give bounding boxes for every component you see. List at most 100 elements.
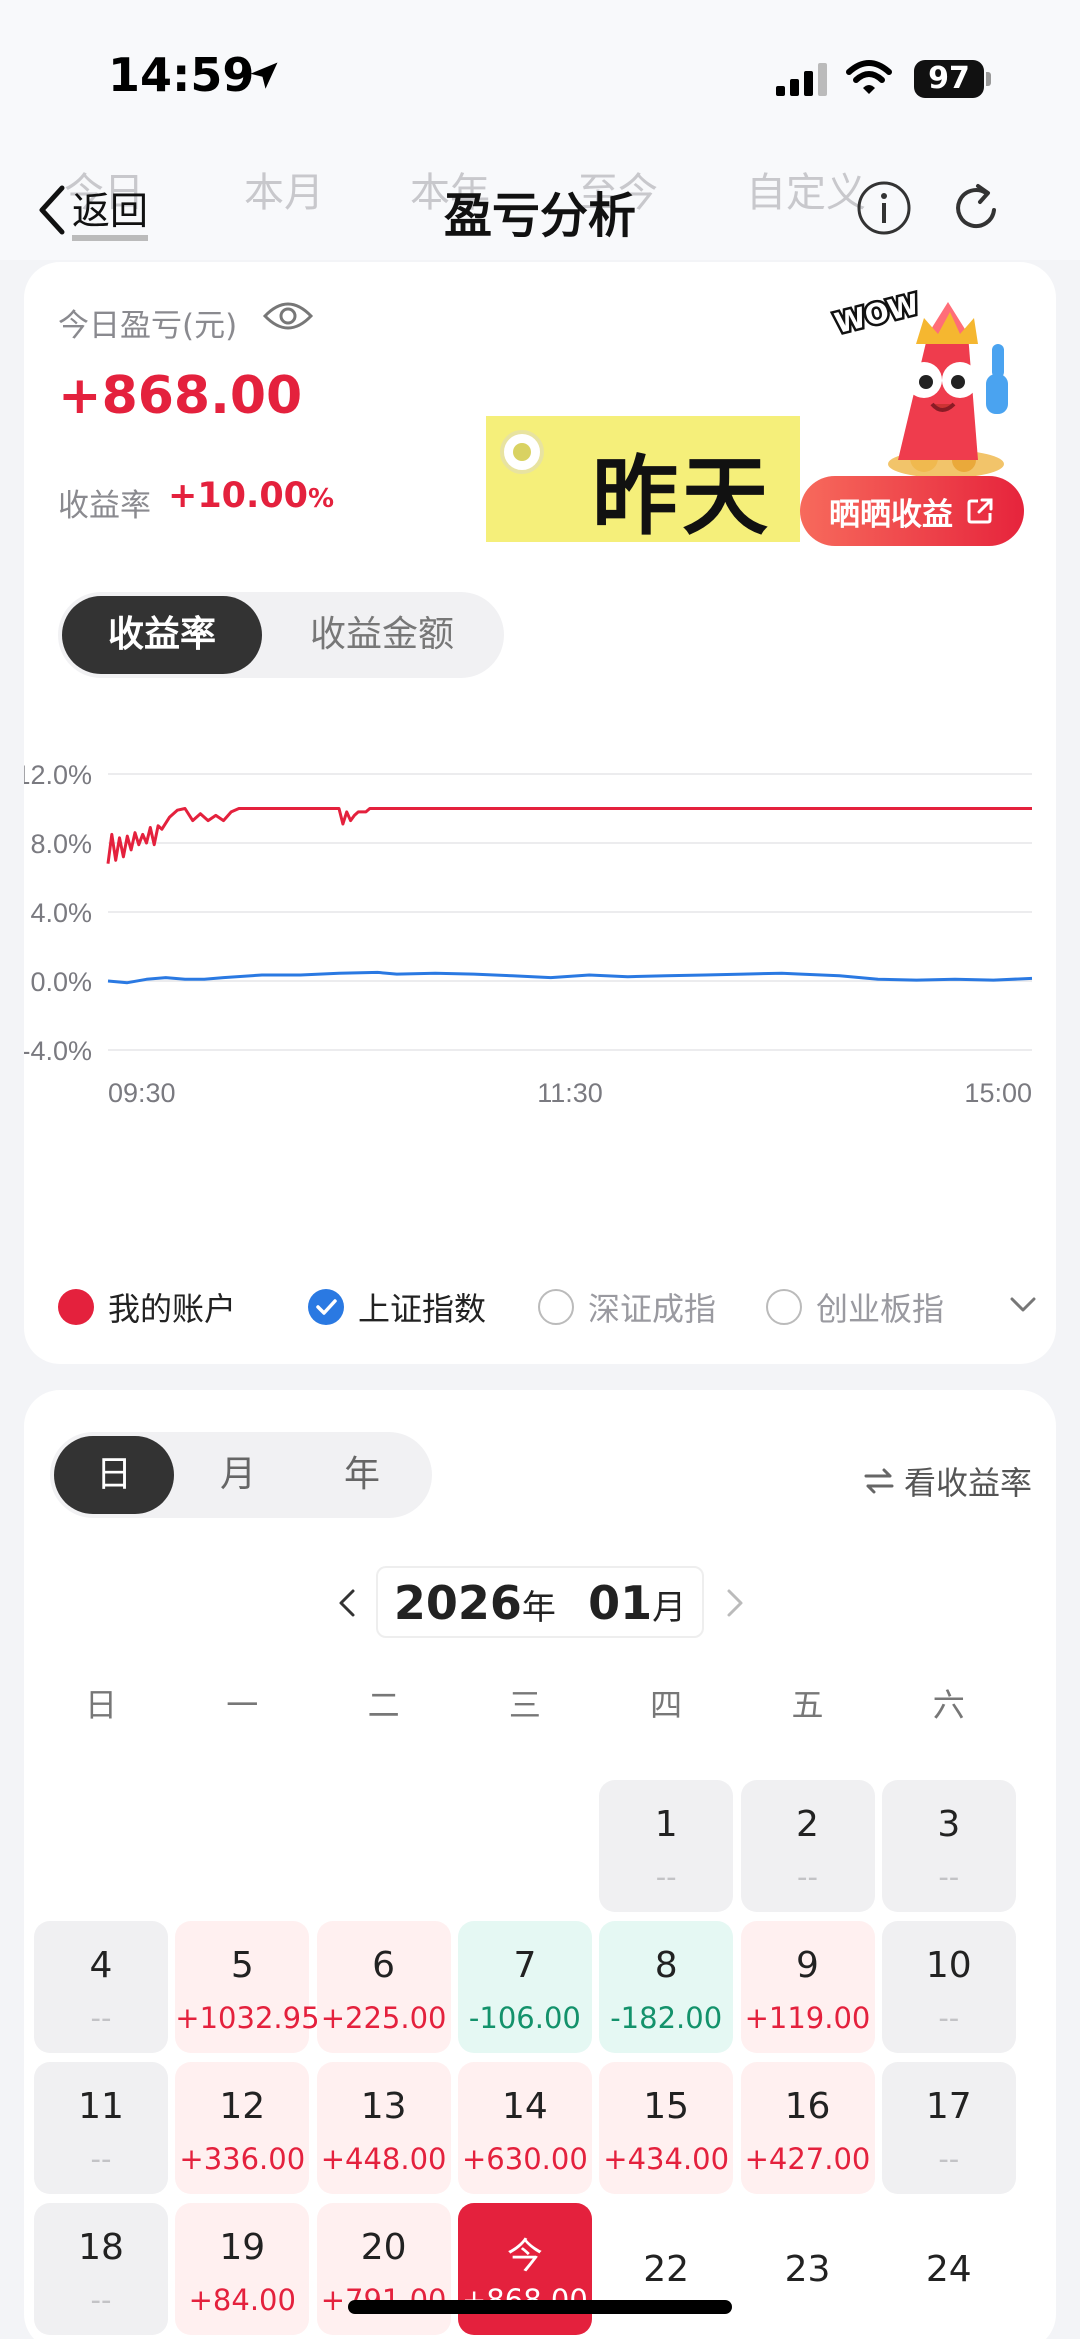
month-value: 01 [588, 1576, 653, 1630]
calendar-day[interactable]: 2 -- [740, 1780, 875, 1912]
info-icon[interactable] [856, 180, 912, 236]
day-pl-amount: +448.00 [320, 2142, 447, 2176]
day-number: 6 [372, 1945, 396, 1986]
calendar-day[interactable]: 4 -- [34, 1921, 168, 2053]
y-tick-label: 8.0% [30, 829, 92, 859]
calendar-day[interactable]: 7 -106.00 [457, 1921, 592, 2053]
tab-day[interactable]: 日 [54, 1436, 174, 1514]
legend-shanghai-index[interactable]: 上证指数 [308, 1282, 486, 1332]
y-tick-label: -4.0% [24, 1036, 92, 1066]
location-arrow-icon [250, 62, 278, 89]
refresh-icon[interactable] [948, 180, 1004, 236]
calendar-day[interactable]: 16 +427.00 [740, 2062, 875, 2194]
day-pl-amount: -182.00 [610, 2001, 723, 2035]
weekday-label: 五 [791, 1686, 824, 1724]
chevron-down-icon[interactable] [1008, 1294, 1038, 1316]
day-number: 13 [360, 2086, 407, 2127]
day-pl-amount: +225.00 [320, 2001, 447, 2035]
tab-year[interactable]: 年 [302, 1436, 422, 1514]
legend-shenzhen-index[interactable]: 深证成指 [538, 1282, 716, 1332]
chart-legend: 我的账户 上证指数 深证成指 创业板指 [58, 1282, 1048, 1332]
calendar-day[interactable]: 13 +448.00 [316, 2062, 451, 2194]
day-number: 16 [784, 2086, 831, 2127]
day-number: 14 [501, 2086, 548, 2127]
calendar-day-today[interactable]: 今+868.00 [457, 2203, 592, 2335]
day-pl-amount: -- [797, 1860, 818, 1894]
calendar-day[interactable]: 6 +225.00 [316, 1921, 451, 2053]
overlay-text: 昨天 [592, 447, 772, 547]
view-return-rate-button[interactable]: 看收益率 [862, 1458, 1032, 1504]
day-pl-amount: -- [938, 2001, 960, 2035]
calendar-day[interactable]: 15 +434.00 [599, 2062, 734, 2194]
day-number: 18 [78, 2227, 124, 2268]
calendar-day[interactable]: 12 +336.00 [175, 2062, 310, 2194]
day-number: 17 [925, 2086, 972, 2127]
rate-unit: % [308, 484, 335, 514]
weekday-label: 三 [508, 1686, 541, 1724]
calendar-day[interactable]: 17 -- [881, 2062, 1016, 2194]
day-number: 3 [937, 1804, 961, 1845]
wifi-icon [846, 60, 892, 94]
legend-label: 上证指数 [358, 1290, 487, 1328]
day-pl-amount: -106.00 [468, 2001, 581, 2035]
calendar-day[interactable]: 10 -- [881, 1921, 1016, 2053]
day-pl-amount: -- [938, 1860, 960, 1894]
calendar-day[interactable]: 1 -- [599, 1780, 734, 1912]
calendar-day[interactable]: 14 +630.00 [457, 2062, 592, 2194]
day-pl-amount: -- [938, 2142, 960, 2176]
day-pl-amount: -- [90, 2001, 112, 2035]
y-tick-label: 12.0% [24, 760, 92, 790]
overlay-dot-icon [500, 430, 544, 474]
tab-return-rate[interactable]: 收益率 [62, 596, 262, 674]
weekday-label: 六 [932, 1686, 965, 1724]
rate-label: 收益率 [58, 488, 151, 524]
nav-bar: 今日 本月 本年 至今 自定义 返回 盈亏分析 [0, 140, 1080, 260]
legend-dot-icon [58, 1289, 94, 1325]
day-number: 10 [925, 1945, 972, 1986]
y-tick-label: 4.0% [30, 898, 92, 928]
calendar-day[interactable]: 22 [599, 2203, 733, 2335]
legend-my-account[interactable]: 我的账户 [58, 1282, 236, 1332]
share-earnings-button[interactable]: 晒晒收益 [800, 476, 1024, 546]
battery-indicator: 97 [914, 60, 984, 98]
weekday-label: 二 [367, 1686, 400, 1724]
day-number: 23 [784, 2249, 831, 2290]
day-pl-amount: -- [90, 2142, 112, 2176]
chevron-left-icon[interactable] [336, 1588, 358, 1618]
calendar-day[interactable]: 5 +1032.95 [175, 1921, 320, 2053]
mascot-illustration: WOW [829, 285, 1008, 478]
legend-label: 创业板指 [816, 1290, 945, 1328]
day-number: 今 [506, 2236, 543, 2277]
calendar-day[interactable]: 8 -182.00 [599, 1921, 734, 2053]
calendar-day[interactable]: 19 +84.00 [175, 2203, 310, 2335]
rate-value: +10.00% [168, 476, 334, 516]
series-line-account [106, 807, 1032, 864]
day-number: 20 [360, 2227, 407, 2268]
checkmark-icon [308, 1289, 344, 1325]
calendar-day[interactable]: 3 -- [881, 1780, 1016, 1912]
calendar-day[interactable]: 23 [741, 2203, 875, 2335]
legend-chinext-index[interactable]: 创业板指 [766, 1282, 944, 1332]
eye-icon[interactable] [262, 298, 314, 334]
calendar-day[interactable]: 18 -- [34, 2203, 168, 2335]
legend-label: 深证成指 [588, 1290, 717, 1328]
calendar-day[interactable]: 9 +119.00 [740, 1921, 875, 2053]
calendar-day[interactable]: 24 [882, 2203, 1016, 2335]
day-number: 8 [654, 1945, 678, 1986]
day-number: 22 [643, 2249, 690, 2290]
yesterday-overlay: 昨天 [486, 416, 800, 547]
pl-value: +868.00 [58, 366, 303, 426]
tab-return-amount[interactable]: 收益金额 [284, 596, 480, 674]
rate-number: +10.00 [168, 476, 309, 516]
calendar-day[interactable]: 11 -- [34, 2062, 168, 2194]
calendar-day[interactable]: 20+791.00 [316, 2203, 451, 2335]
return-chart: 12.0% 8.0% 4.0% 0.0% -4.0% 09:30 11:30 15:00 [24, 760, 1033, 1108]
chevron-right-icon[interactable] [724, 1588, 746, 1618]
day-number: 4 [89, 1945, 113, 1986]
year-unit: 年 [521, 1588, 556, 1628]
tab-month[interactable]: 月 [178, 1436, 298, 1514]
wow-badge: WOW [831, 287, 922, 340]
swap-icon [864, 1468, 894, 1494]
month-selector[interactable]: 2026年 01月 [376, 1566, 704, 1638]
day-number: 2 [796, 1804, 819, 1845]
